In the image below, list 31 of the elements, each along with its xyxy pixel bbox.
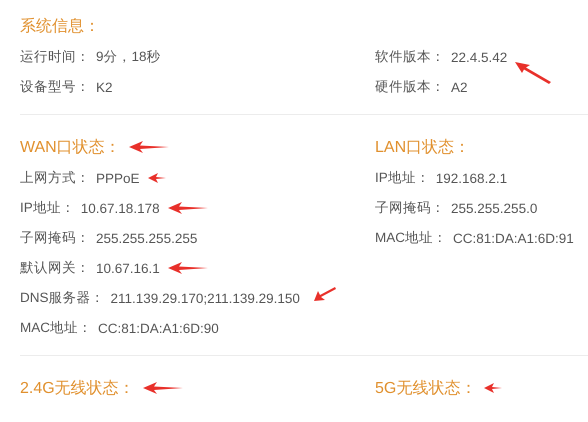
section-heading: 系统信息： — [20, 16, 100, 36]
section-heading: LAN口状态： — [375, 138, 470, 158]
field-value: 22.4.5.42 — [451, 50, 508, 64]
field-value: CC:81:DA:A1:6D:90 — [98, 320, 219, 336]
section-heading: WAN口状态： — [20, 138, 121, 158]
field-value: 10.67.16.1 — [96, 260, 160, 276]
field-value: 192.168.2.1 — [436, 170, 508, 186]
section-heading: 5G无线状态： — [375, 378, 476, 398]
field-label: MAC地址： — [20, 319, 92, 337]
field-value: K2 — [96, 80, 113, 94]
field-label: 子网掩码： — [20, 229, 90, 247]
field-value: 255.255.255.0 — [451, 200, 538, 216]
field-value: 9分，18秒 — [96, 48, 161, 66]
field-label: 运行时间： — [20, 48, 90, 66]
field-label: IP地址： — [375, 169, 430, 187]
field-label: 硬件版本： — [375, 78, 445, 96]
field-value: 255.255.255.255 — [96, 230, 198, 246]
field-value: 10.67.18.178 — [80, 200, 160, 216]
field-label: IP地址： — [20, 199, 75, 217]
field-value: A2 — [451, 80, 468, 94]
field-label: 上网方式： — [20, 169, 90, 187]
field-label: DNS服务器： — [20, 289, 105, 307]
section-heading: 2.4G无线状态： — [20, 378, 135, 398]
field-label: 默认网关： — [20, 259, 90, 277]
field-label: 设备型号： — [20, 78, 90, 96]
field-value: PPPoE — [96, 170, 140, 186]
field-label: 软件版本： — [375, 48, 445, 66]
field-label: MAC地址： — [375, 229, 447, 247]
field-label: 子网掩码： — [375, 199, 445, 217]
field-value: CC:81:DA:A1:6D:91 — [453, 230, 574, 246]
field-value: 211.139.29.170;211.139.29.150 — [110, 290, 300, 306]
